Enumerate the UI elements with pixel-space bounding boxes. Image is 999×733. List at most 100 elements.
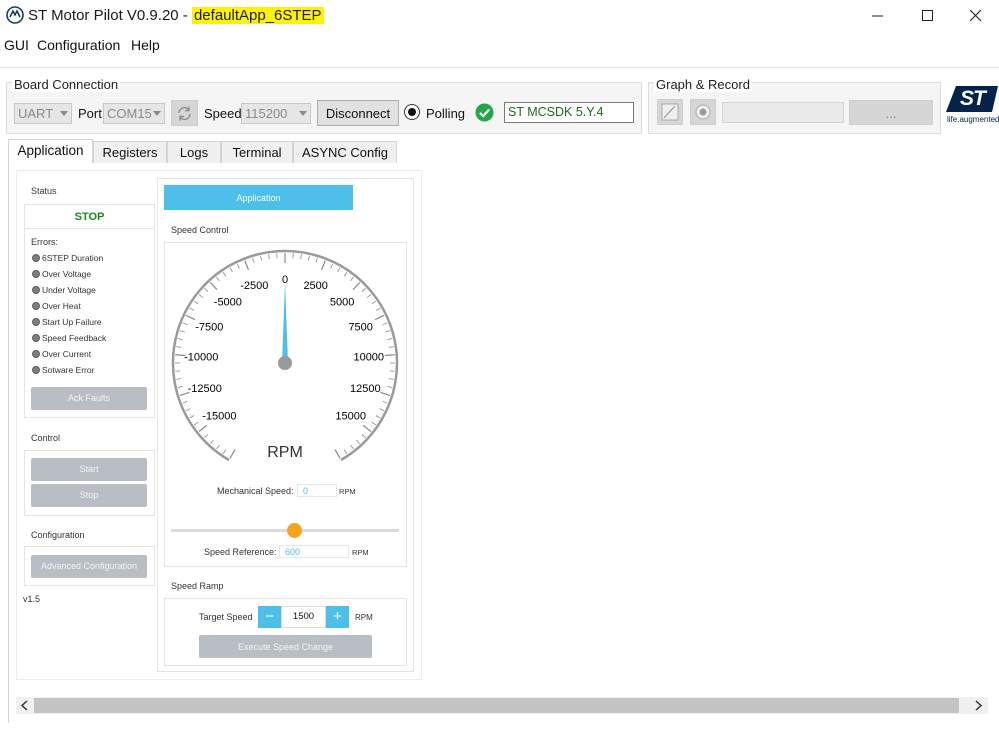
gauge-hub <box>278 356 292 370</box>
tab-registers[interactable]: Registers <box>93 141 167 163</box>
gauge-tick <box>209 281 218 291</box>
graph-record-title: Graph & Record <box>654 77 752 92</box>
gauge-tick <box>385 330 391 333</box>
status-led-icon <box>32 254 40 262</box>
scroll-right-icon[interactable] <box>973 700 983 711</box>
board-connection-title: Board Connection <box>12 77 121 92</box>
polling-radio[interactable] <box>404 104 420 120</box>
gauge-tick <box>362 424 372 433</box>
gauge-tick <box>361 434 366 439</box>
gauge-label: 7500 <box>348 322 372 334</box>
gauge-tick <box>244 260 250 271</box>
gauge-label: 12500 <box>350 383 381 395</box>
browse-button[interactable]: ... <box>849 100 933 125</box>
gauge-tick <box>388 346 394 348</box>
chevron-down-icon <box>299 111 307 116</box>
refresh-ports-button[interactable] <box>171 100 198 126</box>
record-path-field[interactable] <box>722 102 844 123</box>
protocol-value: UART <box>18 106 54 121</box>
gauge-label: -15000 <box>202 410 236 422</box>
execute-speed-change-button[interactable]: Execute Speed Change <box>199 635 372 658</box>
configuration-title: Configuration <box>31 530 85 540</box>
mechanical-speed-value: 0 <box>297 484 337 497</box>
target-speed-input[interactable]: 1500 <box>281 606 326 628</box>
gauge-tick <box>337 267 341 273</box>
gauge-tick <box>307 255 310 261</box>
gauge-tick <box>179 330 185 333</box>
chevron-down-icon <box>153 111 161 116</box>
advanced-configuration-button[interactable]: Advanced Configuration <box>31 555 147 578</box>
port-value: COM15 <box>107 106 152 121</box>
tab-logs[interactable]: Logs <box>167 141 221 163</box>
tab-application[interactable]: Application <box>8 139 93 164</box>
gauge-label: 10000 <box>353 352 384 364</box>
gauge-tick <box>216 444 220 450</box>
gauge-label: 5000 <box>330 296 354 308</box>
status-led-icon <box>32 286 40 294</box>
status-title: Status <box>31 186 57 196</box>
gauge-tick <box>260 255 263 261</box>
maximize-button[interactable] <box>905 0 951 32</box>
gauge-tick <box>350 444 354 450</box>
record-button[interactable] <box>690 99 716 125</box>
gauge-tick <box>198 424 208 433</box>
close-button[interactable] <box>953 0 999 32</box>
protocol-select[interactable]: UART <box>14 103 72 124</box>
gauge-tick <box>209 439 214 444</box>
gauge-tick <box>176 346 182 348</box>
gauge-tick <box>374 314 385 321</box>
gauge-tick <box>193 300 199 305</box>
menu-gui[interactable]: GUI <box>4 37 29 53</box>
rpm-gauge: -15000 -12500 -10000 -7500 -5000 -2500 0… <box>171 249 399 462</box>
gauge-label: -10000 <box>184 352 218 364</box>
increase-speed-button[interactable]: + <box>326 606 349 628</box>
target-speed-label: Target Speed <box>199 612 253 622</box>
gauge-tick <box>334 449 341 459</box>
gauge-tick <box>204 434 209 439</box>
app-logo-icon <box>6 6 24 24</box>
error-label: Speed Feedback <box>42 333 107 343</box>
menu-help[interactable]: Help <box>131 37 160 53</box>
port-select[interactable]: COM15 <box>103 103 165 124</box>
port-label: Port <box>78 106 102 121</box>
gauge-tick <box>236 263 240 269</box>
status-led-icon <box>32 334 40 342</box>
stop-button[interactable]: Stop <box>31 484 147 507</box>
gauge-tick <box>182 400 188 404</box>
minimize-button[interactable] <box>855 0 901 32</box>
graph-button[interactable] <box>657 99 683 125</box>
minimize-icon <box>872 15 883 17</box>
mechanical-speed-label: Mechanical Speed: <box>217 486 294 496</box>
gauge-label: 2500 <box>303 280 327 292</box>
gauge-tick <box>268 254 270 260</box>
application-header: Application <box>164 185 353 210</box>
gauge-tick <box>330 263 334 269</box>
gauge-tick <box>375 415 381 419</box>
close-icon <box>970 10 982 22</box>
disconnect-button[interactable]: Disconnect <box>317 100 399 126</box>
speed-reference-slider[interactable] <box>171 529 399 532</box>
start-button[interactable]: Start <box>31 458 147 481</box>
scroll-left-icon[interactable] <box>20 700 30 711</box>
scrollbar-thumb[interactable] <box>34 698 959 713</box>
gauge-tick <box>193 421 199 426</box>
gauge-tick <box>379 408 385 412</box>
gauge-tick <box>189 307 195 311</box>
gauge-tick <box>350 276 354 282</box>
title-bar: ST Motor Pilot V0.9.20 - defaultApp_6STE… <box>0 0 999 32</box>
error-label: Start Up Failure <box>42 317 102 327</box>
gauge-tick <box>315 257 318 263</box>
baud-select[interactable]: 115200 <box>241 103 311 124</box>
st-logo-tagline: life.augmented <box>947 115 999 124</box>
status-led-icon <box>32 318 40 326</box>
menu-configuration[interactable]: Configuration <box>37 37 120 53</box>
tab-terminal[interactable]: Terminal <box>221 141 293 163</box>
ack-faults-button[interactable]: Ack Faults <box>31 387 147 410</box>
gauge-tick <box>198 294 204 298</box>
status-led-icon <box>32 366 40 374</box>
speed-ramp-title: Speed Ramp <box>171 581 224 591</box>
tab-async-config[interactable]: ASYNC Config <box>293 141 397 163</box>
radio-dot-icon <box>408 108 416 116</box>
slider-knob-icon[interactable] <box>286 523 302 538</box>
decrease-speed-button[interactable]: − <box>258 606 281 628</box>
